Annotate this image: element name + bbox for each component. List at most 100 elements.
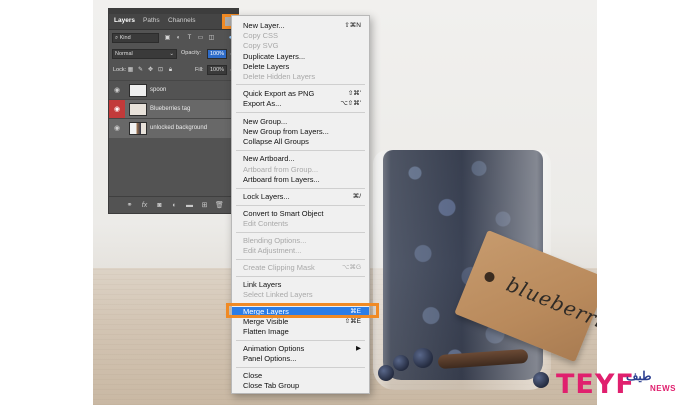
loose-blueberry: [393, 355, 409, 371]
chevron-down-icon: ⌄: [169, 51, 174, 57]
menu-separator: [236, 112, 365, 113]
menu-item-lock-layers[interactable]: Lock Layers... ⌘/: [232, 192, 369, 202]
menu-item-new-group[interactable]: New Group...: [232, 117, 369, 127]
menu-item-edit-adjustment: Edit Adjustment...: [243, 246, 302, 255]
loose-blueberry: [378, 365, 394, 381]
menu-item-merge-visible[interactable]: Merge Visible ⇧⌘E: [232, 317, 369, 327]
eye-icon[interactable]: ◉: [109, 81, 125, 100]
panel-footer: ⚭ fx ◙ ◐ ▬ ⊞ 🗑︎: [109, 196, 238, 214]
eye-icon[interactable]: ◉: [109, 100, 125, 119]
menu-separator: [236, 340, 365, 341]
tab-paths[interactable]: Paths: [143, 17, 160, 24]
menu-separator: [236, 367, 365, 368]
merge-layers-callout: [226, 303, 379, 318]
adjustment-layer-icon[interactable]: ◐: [170, 201, 179, 210]
menu-separator: [236, 205, 365, 206]
lock-artboard-icon[interactable]: ⊡: [157, 67, 164, 74]
panel-tabs: Layers Paths Channels ≡: [109, 14, 238, 30]
shape-filter-icon[interactable]: ▭: [197, 35, 204, 42]
type-filter-icon[interactable]: T: [186, 35, 193, 42]
watermark-news: NEWS: [650, 384, 676, 393]
menu-item-edit-contents: Edit Contents: [243, 219, 289, 228]
lock-all-icon[interactable]: 🔒︎: [167, 67, 174, 74]
layer-thumbnail: [129, 122, 147, 135]
tag-text: blueberries: [503, 272, 597, 342]
layer-row-unlocked-background[interactable]: ◉ unlocked background: [109, 118, 238, 138]
menu-separator: [236, 84, 365, 85]
menu-item-new-group-from-layers[interactable]: New Group from Layers...: [232, 127, 369, 137]
menu-separator: [236, 276, 365, 277]
menu-item-panel-options[interactable]: Panel Options...: [232, 354, 369, 364]
opacity-input[interactable]: 100%: [207, 49, 227, 59]
submenu-arrow-icon: ▶: [356, 345, 361, 352]
menu-item-export-as[interactable]: Export As... ⌥⇧⌘': [232, 99, 369, 109]
menu-item-close-tab-group[interactable]: Close Tab Group: [232, 381, 369, 391]
menu-item-link-layers[interactable]: Link Layers: [232, 280, 369, 290]
menu-item-copy-svg: Copy SVG: [243, 41, 279, 50]
filter-row: ⌕ Kind ▣ ◐ T ▭ ◫ ●: [109, 31, 238, 45]
fill-value: 100%: [210, 67, 225, 73]
layer-thumbnail: [129, 84, 147, 97]
layer-thumbnail: [129, 103, 147, 116]
search-icon: ⌕: [115, 35, 119, 41]
menu-item-animation-options[interactable]: Animation Options ▶: [232, 344, 369, 354]
trash-icon[interactable]: 🗑︎: [215, 201, 224, 210]
menu-item-artboard-from-layers[interactable]: Artboard from Layers...: [232, 175, 369, 185]
adjustment-filter-icon[interactable]: ◐: [175, 35, 182, 42]
folder-icon[interactable]: ▬: [185, 201, 194, 210]
tab-channels[interactable]: Channels: [168, 17, 195, 24]
menu-separator: [236, 150, 365, 151]
fx-icon[interactable]: fx: [140, 201, 149, 210]
layer-name: unlocked background: [150, 125, 208, 131]
layer-name: Blueberries tag: [150, 106, 191, 112]
blend-mode-select[interactable]: Normal ⌄: [112, 49, 177, 59]
lock-label: Lock:: [113, 67, 127, 73]
new-layer-icon[interactable]: ⊞: [200, 201, 209, 210]
menu-item-artboard-from-group: Artboard from Group...: [243, 165, 319, 174]
menu-item-flatten-image[interactable]: Flatten Image: [232, 327, 369, 337]
menu-item-create-clipping-mask: Create Clipping Mask ⌥⌘G: [243, 263, 361, 272]
menu-item-close[interactable]: Close: [232, 371, 369, 381]
filter-kind-select[interactable]: ⌕ Kind: [112, 33, 159, 43]
menu-item-select-linked-layers: Select Linked Layers: [243, 290, 313, 299]
tag-hole: [482, 270, 497, 284]
loose-blueberry: [413, 348, 433, 368]
mask-icon[interactable]: ◙: [155, 201, 164, 210]
menu-item-convert-smart-object[interactable]: Convert to Smart Object: [232, 209, 369, 219]
loose-blueberry: [533, 372, 549, 388]
tab-layers[interactable]: Layers: [114, 17, 135, 24]
menu-separator: [236, 232, 365, 233]
layer-row-blueberries-tag[interactable]: ◉ Blueberries tag: [109, 99, 238, 119]
lock-image-icon[interactable]: ✎: [137, 67, 144, 74]
fill-label: Fill:: [195, 67, 204, 73]
menu-item-new-layer[interactable]: New Layer... ⇧⌘N: [232, 21, 369, 31]
menu-separator: [236, 259, 365, 260]
menu-item-quick-export-png[interactable]: Quick Export as PNG ⇧⌘': [232, 89, 369, 99]
opacity-value: 100%: [210, 51, 225, 57]
lock-position-icon[interactable]: ✥: [147, 67, 154, 74]
menu-separator: [236, 188, 365, 189]
screenshot-canvas: blueberries Layers Paths Channels ≡ ⌕ Ki…: [0, 0, 689, 405]
lock-transparent-icon[interactable]: ▦: [127, 67, 134, 74]
opacity-label: Opacity:: [181, 50, 202, 56]
menu-item-collapse-all-groups[interactable]: Collapse All Groups: [232, 137, 369, 147]
menu-item-delete-layers[interactable]: Delete Layers: [232, 62, 369, 72]
watermark-logo: TEYF طيف NEWS: [556, 368, 684, 400]
blend-row: Normal ⌄ Opacity: 100% ⌄: [109, 47, 238, 61]
blend-mode-value: Normal: [115, 51, 133, 57]
link-icon[interactable]: ⚭: [125, 201, 134, 210]
smart-object-filter-icon[interactable]: ◫: [208, 35, 215, 42]
image-filter-icon[interactable]: ▣: [164, 35, 171, 42]
menu-item-duplicate-layers[interactable]: Duplicate Layers...: [232, 52, 369, 62]
layer-name: spoon: [150, 87, 167, 93]
menu-item-copy-css: Copy CSS: [243, 31, 279, 40]
eye-icon[interactable]: ◉: [109, 119, 125, 138]
menu-item-delete-hidden-layers: Delete Hidden Layers: [243, 72, 316, 81]
layers-flyout-menu: New Layer... ⇧⌘N Copy CSS Copy SVG Duplic…: [231, 15, 370, 394]
layers-panel: Layers Paths Channels ≡ ⌕ Kind ▣ ◐ T ▭ ◫…: [108, 8, 239, 214]
layer-row-spoon[interactable]: ◉ spoon: [109, 80, 238, 100]
lock-row: Lock: ▦ ✎ ✥ ⊡ 🔒︎ Fill: 100% ⌄: [109, 63, 238, 77]
menu-item-new-artboard[interactable]: New Artboard...: [232, 154, 369, 164]
watermark-brand: TEYF: [556, 369, 635, 400]
fill-input[interactable]: 100%: [207, 65, 227, 75]
